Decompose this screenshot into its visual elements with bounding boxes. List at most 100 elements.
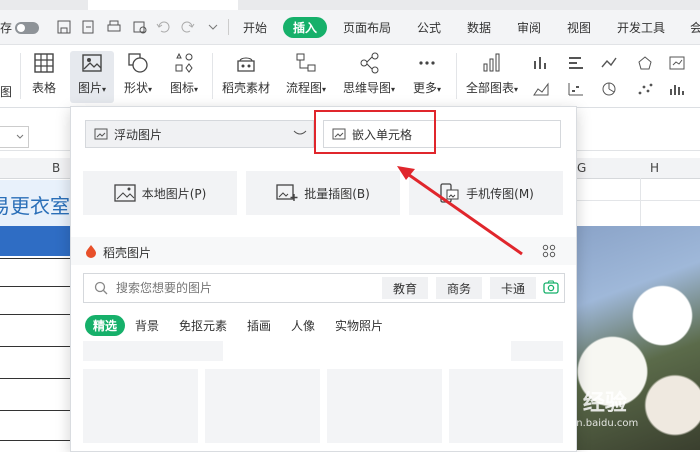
ribbon-divider xyxy=(20,53,21,99)
title-strip xyxy=(0,0,700,10)
table-row-line xyxy=(0,346,72,347)
filter-tab-featured[interactable]: 精选 xyxy=(85,315,126,336)
picture-thumbnail-placeholder[interactable] xyxy=(83,369,198,443)
phone-transfer-label: 手机传图(M) xyxy=(466,186,534,201)
radar-chart-icon[interactable] xyxy=(636,55,654,71)
table-row-line xyxy=(0,286,72,287)
picture-search-box: 教育 商务 卡通 xyxy=(83,273,565,303)
chevron-down-icon xyxy=(16,134,24,139)
combo-chart-icon[interactable] xyxy=(668,55,686,71)
title-cell[interactable]: 易更衣室 xyxy=(0,180,72,226)
filter-tab-real-object[interactable]: 实物照片 xyxy=(335,317,383,334)
floating-picture-label: 浮动图片 xyxy=(114,127,163,142)
table-row-line xyxy=(0,410,72,411)
icon-library-icon xyxy=(175,52,193,73)
all-charts-button[interactable]: 全部图表▾ xyxy=(464,51,520,96)
histogram-chart-icon[interactable] xyxy=(668,81,686,97)
pie-chart-icon[interactable] xyxy=(600,81,618,97)
column-chart-icon[interactable] xyxy=(532,55,550,71)
redo-icon[interactable] xyxy=(180,19,196,35)
docer-section-header: 稻壳图片 xyxy=(71,237,576,265)
column-header-b[interactable]: B xyxy=(52,161,60,175)
menu-bar: 存 开始 插入 页面布局 公式 数据 审阅 视图 开发工具 会 xyxy=(0,10,700,45)
table-button[interactable]: 表格 xyxy=(28,51,60,96)
file-tab[interactable] xyxy=(88,0,238,10)
menu-developer[interactable]: 开发工具 xyxy=(617,19,665,36)
filter-tab-illustration[interactable]: 插画 xyxy=(247,317,271,334)
picture-thumbnail-placeholder[interactable] xyxy=(205,369,320,443)
picture-button[interactable]: 图片▾ xyxy=(70,51,114,103)
undo-icon[interactable] xyxy=(155,19,171,35)
name-box[interactable] xyxy=(0,126,29,148)
all-charts-label: 全部图表 xyxy=(465,81,514,95)
flowchart-button[interactable]: 流程图▾ xyxy=(282,51,330,96)
grid-view-icon[interactable] xyxy=(542,244,556,258)
phone-transfer-button[interactable]: 手机传图(M) xyxy=(409,171,563,215)
menu-review[interactable]: 审阅 xyxy=(517,19,541,36)
search-chip-business[interactable]: 商务 xyxy=(436,277,482,299)
mindmap-icon xyxy=(360,52,379,74)
material-button-label: 稻壳素材 xyxy=(221,81,270,95)
shape-button-label: 形状 xyxy=(123,81,148,95)
insert-picture-panel: 浮动图片 嵌入单元格 本地图片(P) 批量插图(B) 手机传图(M) 稻壳图片 … xyxy=(70,106,577,452)
menu-page-layout[interactable]: 页面布局 xyxy=(343,19,391,36)
table-row-line xyxy=(0,258,72,259)
scatter-chart-icon[interactable] xyxy=(567,81,585,97)
search-chip-education[interactable]: 教育 xyxy=(382,277,428,299)
insert-ribbon: 图 表格 图片▾ 形状▾ 图标▾ 稻壳素材 流程图▾ 思维导图▾ 更多▾ 全部图… xyxy=(0,45,700,108)
batch-insert-label: 批量插图(B) xyxy=(304,186,370,201)
flowchart-button-label: 流程图 xyxy=(285,81,322,95)
filter-tab-portrait[interactable]: 人像 xyxy=(291,317,315,334)
batch-insert-button[interactable]: 批量插图(B) xyxy=(246,171,400,215)
grid-line xyxy=(575,200,700,201)
grid-line xyxy=(640,178,641,228)
search-chip-cartoon[interactable]: 卡通 xyxy=(490,277,536,299)
bar-chart-icon[interactable] xyxy=(567,55,585,71)
search-icon xyxy=(94,281,108,295)
menu-member[interactable]: 会 xyxy=(690,19,700,36)
material-button[interactable]: 稻壳素材 xyxy=(220,51,272,96)
menu-view[interactable]: 视图 xyxy=(567,19,591,36)
line-chart-icon[interactable] xyxy=(600,55,618,71)
picture-search-input[interactable] xyxy=(114,278,378,298)
menu-data[interactable]: 数据 xyxy=(467,19,491,36)
more-button[interactable]: 更多▾ xyxy=(408,51,446,96)
material-icon xyxy=(237,57,255,72)
column-header-h[interactable]: H xyxy=(650,161,659,175)
menu-formulas[interactable]: 公式 xyxy=(417,19,441,36)
local-picture-label: 本地图片(P) xyxy=(141,186,207,201)
mindmap-button[interactable]: 思维导图▾ xyxy=(340,51,398,96)
column-header-g[interactable]: G xyxy=(577,161,586,175)
export-icon[interactable] xyxy=(80,19,96,35)
picture-thumbnail-placeholder[interactable] xyxy=(327,369,442,443)
area-chart-icon[interactable] xyxy=(532,81,550,97)
picture-thumbnail-placeholder[interactable] xyxy=(449,369,563,443)
flowchart-icon xyxy=(296,53,316,72)
filter-tab-background[interactable]: 背景 xyxy=(135,317,159,334)
save-icon[interactable] xyxy=(56,19,72,35)
local-picture-button[interactable]: 本地图片(P) xyxy=(83,171,237,215)
floating-picture-option[interactable]: 浮动图片 xyxy=(85,120,314,148)
filter-tab-cutout[interactable]: 免抠元素 xyxy=(179,317,227,334)
table-row-line xyxy=(0,378,72,379)
table-row-line xyxy=(0,314,72,315)
header-row-fill[interactable] xyxy=(0,226,72,256)
autosave-toggle[interactable] xyxy=(15,22,39,34)
menu-insert[interactable]: 插入 xyxy=(283,17,328,38)
menu-divider xyxy=(228,19,229,35)
print-preview-icon[interactable] xyxy=(132,19,148,35)
dot-chart-icon[interactable] xyxy=(636,81,654,97)
print-icon[interactable] xyxy=(106,19,122,35)
chevron-down-icon xyxy=(293,130,307,135)
ribbon-partial-label: 图 xyxy=(0,85,13,99)
image-icon xyxy=(82,54,102,72)
menu-home[interactable]: 开始 xyxy=(243,19,267,36)
camera-icon[interactable] xyxy=(543,280,559,294)
phone-transfer-icon xyxy=(440,183,459,203)
shape-button[interactable]: 形状▾ xyxy=(118,51,158,96)
chevron-down-icon[interactable] xyxy=(205,19,221,35)
mindmap-button-label: 思维导图 xyxy=(342,81,391,95)
icon-library-button[interactable]: 图标▾ xyxy=(164,51,204,96)
more-icon xyxy=(419,61,435,65)
docer-logo-icon xyxy=(86,245,96,258)
